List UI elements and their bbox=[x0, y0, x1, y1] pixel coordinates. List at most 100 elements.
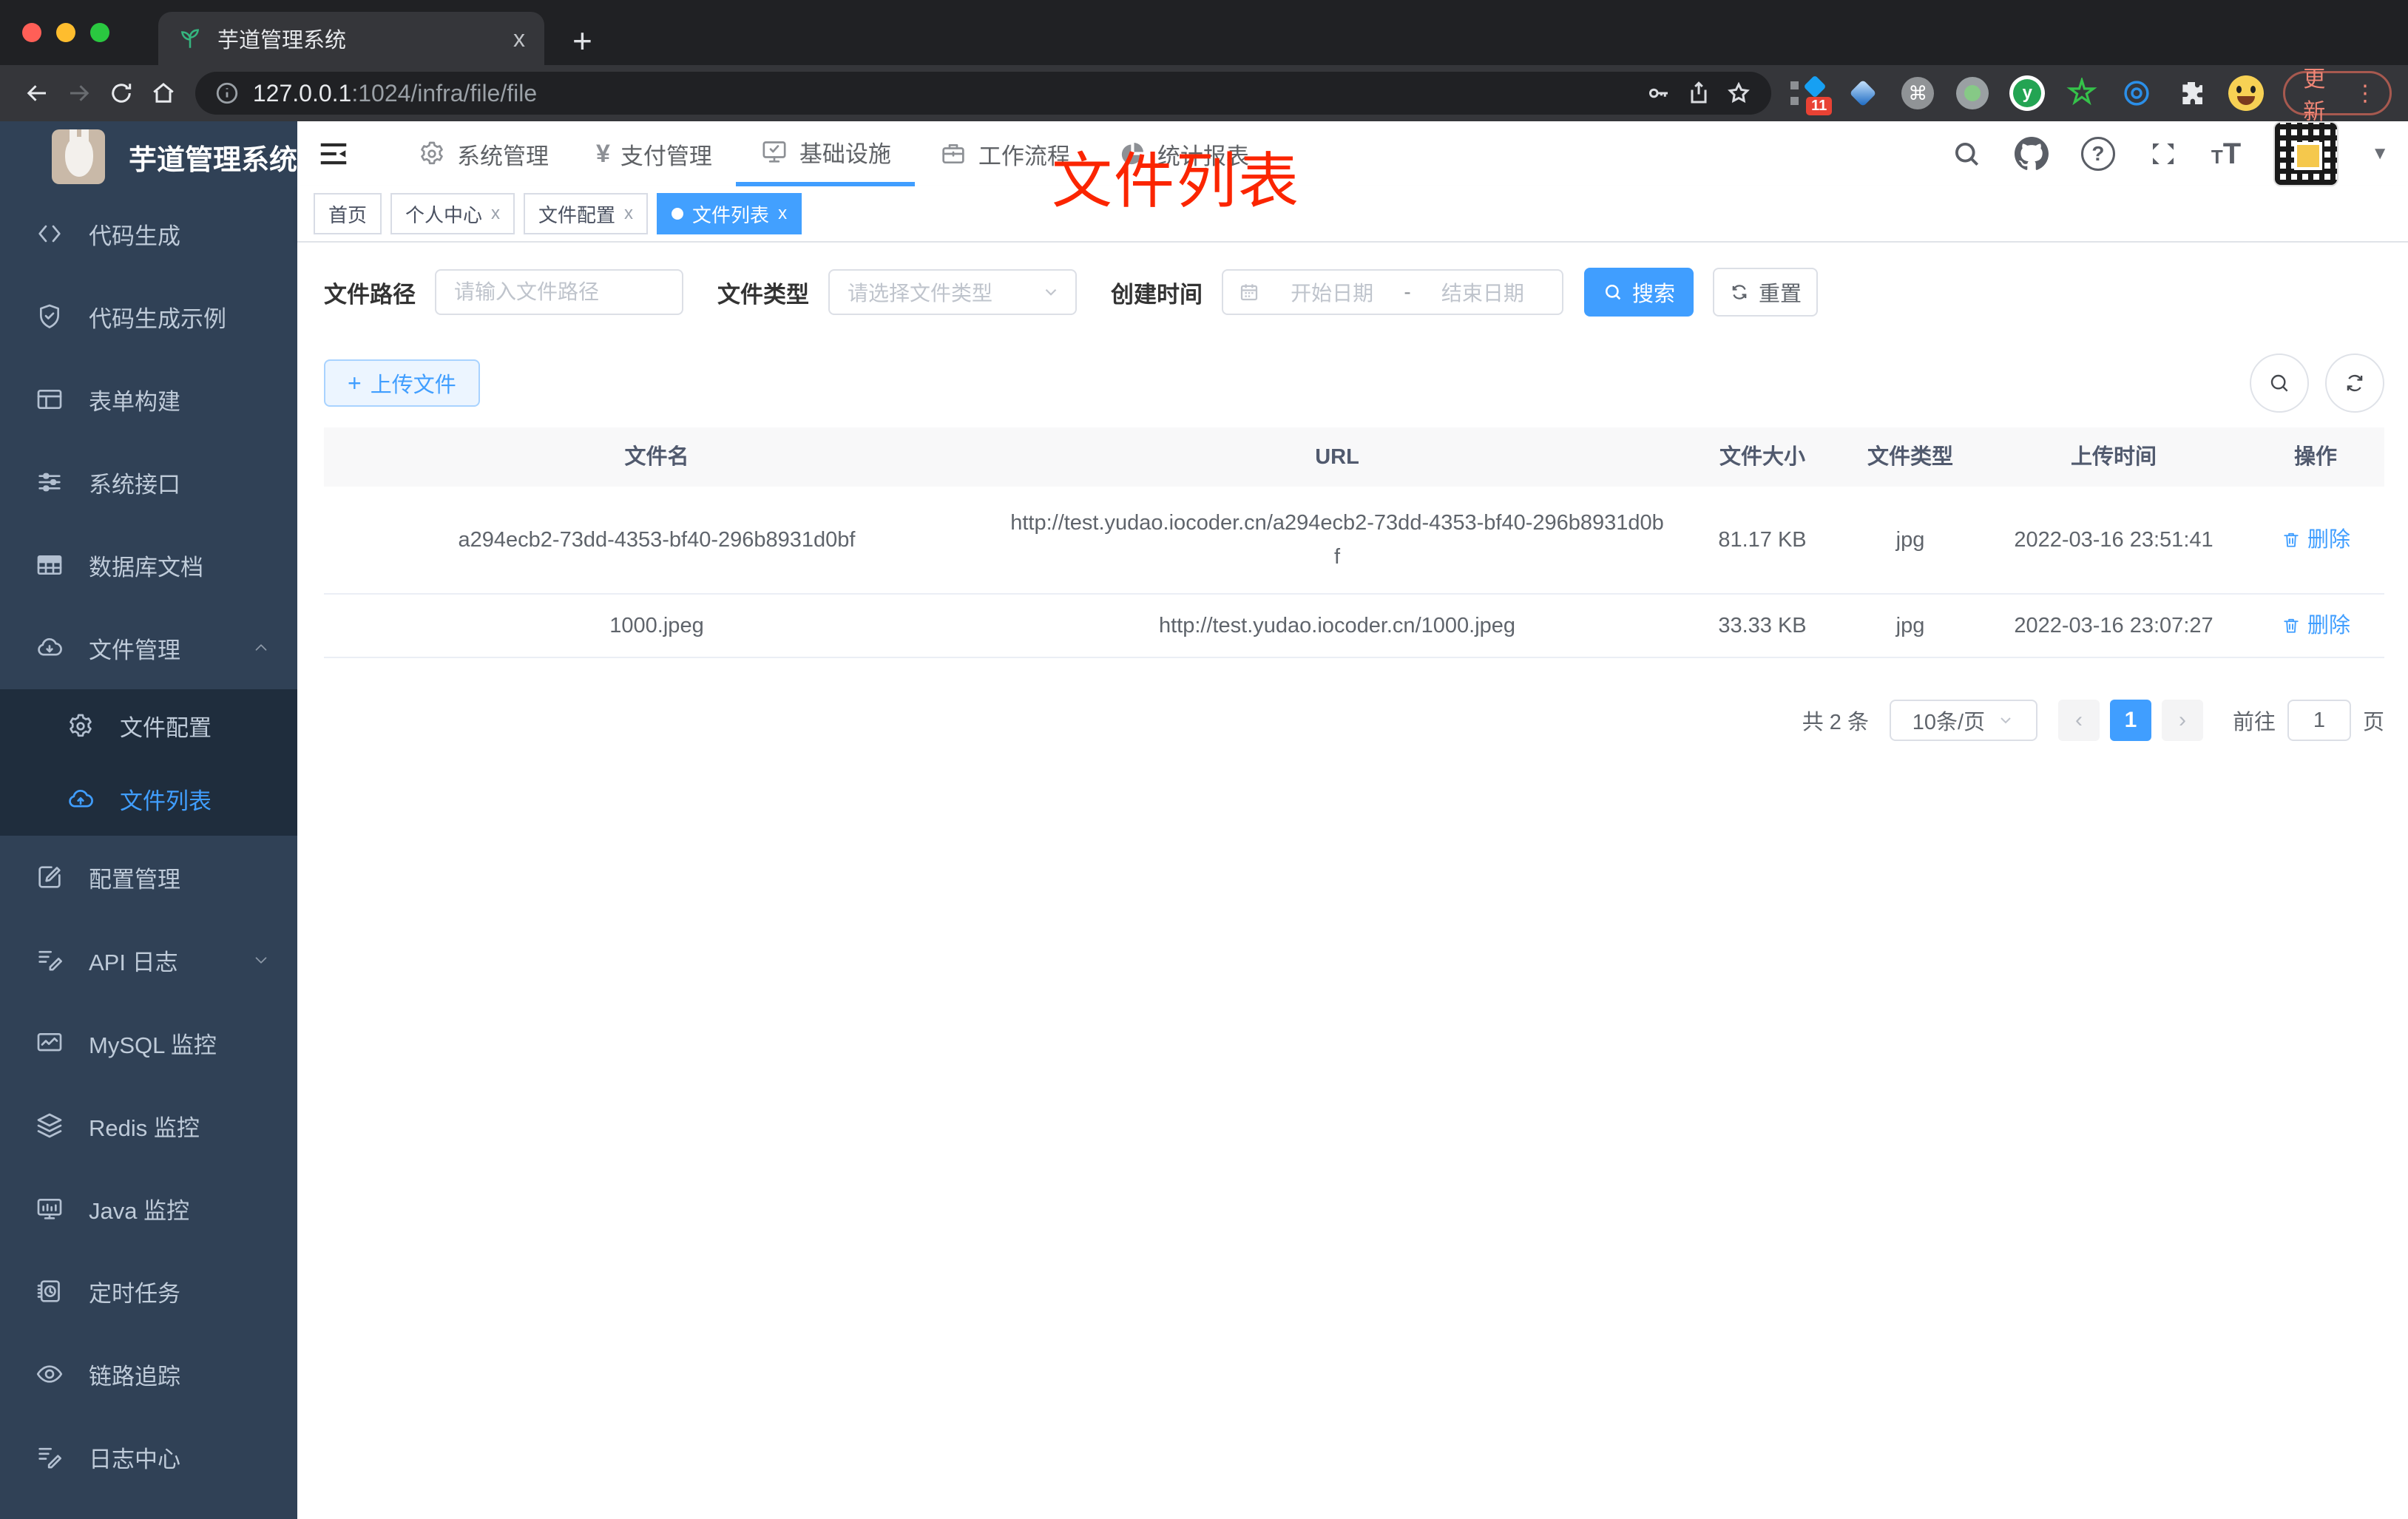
goto-page-input[interactable] bbox=[2287, 700, 2351, 741]
tag-3[interactable]: 文件列表 x bbox=[657, 193, 802, 234]
extension-star-icon[interactable] bbox=[2064, 75, 2100, 111]
nav-item-gear[interactable]: 系统管理 bbox=[393, 121, 572, 186]
date-range-input[interactable]: 开始日期 - 结束日期 bbox=[1222, 269, 1563, 315]
filter-form: 文件路径 文件类型 请选择文件类型 创建时间 开始日期 - 结束日期 搜索 重置 bbox=[324, 268, 2384, 317]
nav-item-yen[interactable]: ¥ 支付管理 bbox=[572, 121, 736, 186]
browser-chrome: 芋道管理系统 x + 127.0.0.1:1024/infra/file/fil… bbox=[0, 0, 2408, 124]
tag-0[interactable]: 首页 bbox=[314, 193, 382, 234]
sidebar-item-shield[interactable]: 代码生成示例 bbox=[0, 275, 297, 358]
browser-tab[interactable]: 芋道管理系统 x bbox=[158, 12, 544, 65]
total-count: 共 2 条 bbox=[1802, 711, 1869, 734]
extension-kite-icon[interactable] bbox=[1845, 75, 1881, 111]
minimize-window-button[interactable] bbox=[56, 23, 75, 42]
calendar-icon bbox=[1240, 284, 1258, 301]
yen-icon: ¥ bbox=[596, 140, 610, 168]
logo-avatar bbox=[52, 129, 105, 184]
chevron-up-icon bbox=[251, 638, 271, 657]
sidebar-item-code[interactable]: 代码生成 bbox=[0, 192, 297, 275]
page-number-1[interactable]: 1 bbox=[2109, 700, 2151, 741]
sidebar-submenu: 文件配置 文件列表 bbox=[0, 689, 297, 836]
sidebar-item-monitor[interactable]: Java 监控 bbox=[0, 1167, 297, 1250]
search-button[interactable]: 搜索 bbox=[1584, 268, 1694, 317]
file-type-select[interactable]: 请选择文件类型 bbox=[828, 269, 1077, 315]
cell-actions: 删除 bbox=[2247, 609, 2384, 643]
tag-close-icon[interactable]: x bbox=[624, 203, 633, 224]
file-path-label: 文件路径 bbox=[324, 281, 416, 308]
update-label: 更新 bbox=[2303, 67, 2326, 124]
github-icon[interactable] bbox=[2014, 137, 2049, 171]
font-size-icon[interactable]: TT bbox=[2211, 139, 2241, 169]
tab-close-icon[interactable]: x bbox=[513, 27, 525, 50]
extension-y-icon[interactable]: y bbox=[2009, 75, 2046, 111]
delete-button[interactable]: 删除 bbox=[2266, 523, 2365, 557]
fullscreen-icon[interactable] bbox=[2148, 138, 2179, 169]
sidebar-item-clock[interactable]: 定时任务 bbox=[0, 1250, 297, 1333]
sidebar-item-form[interactable]: 表单构建 bbox=[0, 358, 297, 441]
upload-file-button[interactable]: + 上传文件 bbox=[324, 359, 480, 407]
extension-dot-icon[interactable] bbox=[1955, 75, 1990, 111]
sidebar-item-chart[interactable]: MySQL 监控 bbox=[0, 1001, 297, 1084]
collapse-sidebar-icon[interactable] bbox=[297, 121, 367, 186]
next-page-button[interactable]: › bbox=[2161, 700, 2203, 741]
sidebar-item-log-edit[interactable]: 日志中心 bbox=[0, 1415, 297, 1498]
start-date-placeholder[interactable]: 开始日期 bbox=[1268, 277, 1396, 307]
sidebar-logo-row[interactable]: 芋道管理系统 bbox=[0, 121, 297, 192]
bookmark-star-icon[interactable] bbox=[1725, 80, 1752, 106]
cell-name: 1000.jpeg bbox=[609, 614, 704, 637]
sidebar-subitem-cloud-up[interactable]: 文件列表 bbox=[0, 762, 297, 836]
log-edit-icon bbox=[33, 1440, 67, 1474]
sidebar-item-cloud-down[interactable]: 文件管理 bbox=[0, 606, 297, 689]
chevron-down-icon[interactable]: ▼ bbox=[2371, 143, 2389, 164]
browser-update-chip[interactable]: 更新 ⋮ bbox=[2283, 67, 2392, 124]
sidebar-item-doc-edit[interactable]: API 日志 bbox=[0, 918, 297, 1001]
password-key-icon[interactable] bbox=[1646, 80, 1672, 106]
sidebar-item-eye[interactable]: 链路追踪 bbox=[0, 1333, 297, 1415]
tag-1[interactable]: 个人中心 x bbox=[390, 193, 515, 234]
cell-url: http://test.yudao.iocoder.cn/a294ecb2-73… bbox=[1010, 511, 1664, 569]
sidebar-subitem-gear[interactable]: 文件配置 bbox=[0, 689, 297, 762]
end-date-placeholder[interactable]: 结束日期 bbox=[1418, 277, 1547, 307]
page-size-select[interactable]: 10条/页 bbox=[1889, 700, 2037, 741]
reset-button[interactable]: 重置 bbox=[1713, 268, 1818, 317]
close-window-button[interactable] bbox=[22, 23, 41, 42]
plus-icon: + bbox=[348, 370, 362, 396]
nav-item-infra[interactable]: 基础设施 bbox=[735, 121, 915, 186]
doc-edit-icon bbox=[33, 943, 67, 977]
site-info-icon[interactable] bbox=[214, 81, 240, 106]
extension-emoji-icon[interactable] bbox=[2228, 75, 2265, 111]
tag-close-icon[interactable]: x bbox=[491, 203, 500, 224]
extension-eye-icon[interactable] bbox=[2119, 75, 2154, 111]
forward-icon[interactable] bbox=[58, 71, 101, 115]
file-type-label: 文件类型 bbox=[717, 281, 809, 308]
show-search-toggle-button[interactable] bbox=[2250, 353, 2309, 413]
extension-grid-diamond-icon[interactable]: 11 bbox=[1790, 75, 1833, 115]
sidebar-item-layers[interactable]: Redis 监控 bbox=[0, 1084, 297, 1167]
extension-puzzle-icon[interactable] bbox=[2174, 75, 2209, 111]
sidebar-item-edit-square[interactable]: 配置管理 bbox=[0, 836, 297, 918]
tag-close-icon[interactable]: x bbox=[778, 203, 787, 224]
prev-page-button[interactable]: ‹ bbox=[2057, 700, 2100, 741]
reload-icon[interactable] bbox=[101, 71, 143, 115]
help-icon[interactable]: ? bbox=[2080, 137, 2115, 171]
search-icon[interactable] bbox=[1951, 138, 1982, 169]
create-time-label: 创建时间 bbox=[1111, 281, 1203, 308]
new-tab-button[interactable]: + bbox=[572, 24, 592, 58]
share-icon[interactable] bbox=[1685, 80, 1712, 106]
home-icon[interactable] bbox=[143, 71, 185, 115]
header-actions: ? TT ▼ bbox=[1951, 121, 2408, 186]
sidebar-menu: 代码生成 代码生成示例 表单构建 系统接口 数据库文档 文件管理 文件配置 文件列表 配置管理 A… bbox=[0, 192, 297, 1498]
extension-command-icon[interactable]: ⌘ bbox=[1900, 75, 1935, 111]
refresh-table-button[interactable] bbox=[2325, 353, 2384, 413]
zoom-window-button[interactable] bbox=[90, 23, 109, 42]
address-bar[interactable]: 127.0.0.1:1024/infra/file/file bbox=[195, 72, 1772, 115]
back-icon[interactable] bbox=[16, 71, 58, 115]
sidebar-item-dbtable[interactable]: 数据库文档 bbox=[0, 524, 297, 606]
file-path-input[interactable] bbox=[435, 269, 683, 315]
cell-actions: 删除 bbox=[2247, 523, 2384, 557]
browser-menu-dots-icon[interactable]: ⋮ bbox=[2354, 81, 2376, 106]
sidebar-item-sliders[interactable]: 系统接口 bbox=[0, 441, 297, 524]
tag-2[interactable]: 文件配置 x bbox=[524, 193, 649, 234]
delete-button[interactable]: 删除 bbox=[2266, 609, 2365, 643]
url-host: 127.0.0.1 bbox=[252, 79, 352, 106]
avatar-qr[interactable] bbox=[2273, 121, 2339, 186]
